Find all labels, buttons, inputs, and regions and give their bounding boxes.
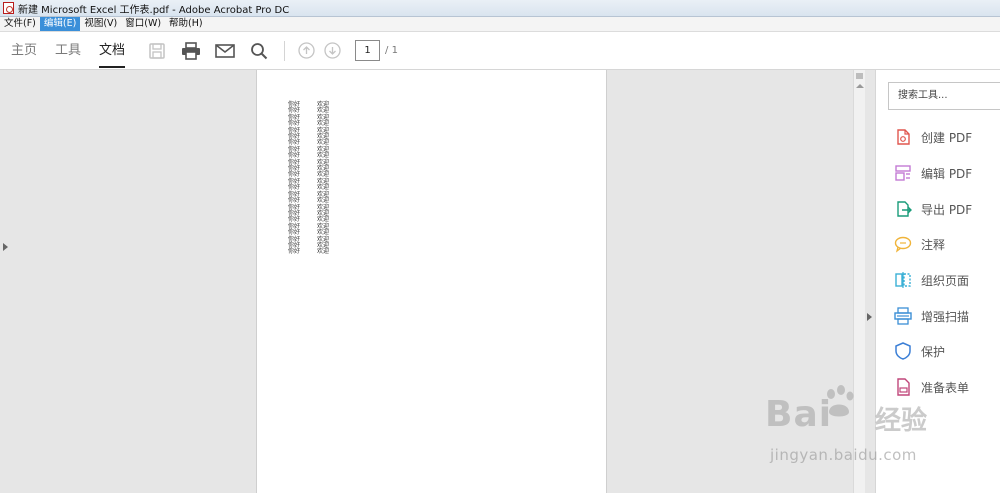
tab-tools[interactable]: 工具 [46,32,90,70]
mail-icon [215,43,235,58]
tool-label: 保护 [921,344,946,359]
edit-pdf-icon [895,165,911,181]
toolbar-divider [284,40,286,61]
watermark-url: jingyan.baidu.com [770,446,917,464]
print-button[interactable] [174,32,208,70]
pdf-page: 你好 欢迎 你好 欢迎 你好 欢迎 你好 欢迎 你好 欢迎 你好 欢迎 你好 欢迎 你好 欢迎 你好 欢迎 你好 欢迎… [256,70,607,493]
main-toolbar: 主页 工具 文档 1 / 1 [0,32,1000,70]
title-bar: 新建 Microsoft Excel 工作表.pdf - Adobe Acrob… [0,0,1000,17]
cell-welcome: 欢迎 [317,248,330,256]
tool-label: 创建 PDF [921,130,973,145]
next-page-icon [323,42,341,59]
expand-left-pane-icon[interactable] [3,243,8,251]
menu-help[interactable]: 帮助(H) [165,17,207,31]
menu-bar: 文件(F) 编辑(E) 视图(V) 窗口(W) 帮助(H) [0,17,1000,32]
find-button[interactable] [242,32,276,70]
tab-document[interactable]: 文档 [90,32,134,70]
page-number-input[interactable]: 1 [355,40,381,61]
table-row: 你好 欢迎 [288,248,330,256]
tool-enhance-scan[interactable]: 增强扫描 [894,305,969,327]
menu-window[interactable]: 窗口(W) [121,17,165,31]
cell-greeting: 你好 [288,248,301,256]
save-icon [149,42,165,59]
tool-label: 导出 PDF [921,202,973,217]
table-content: 你好 欢迎 你好 欢迎 你好 欢迎 你好 欢迎 你好 欢迎 你好 欢迎 你好 欢迎 你好 欢迎 你好 欢迎 你好 欢迎… [288,101,330,256]
protect-icon [895,342,911,360]
save-button[interactable] [140,32,174,70]
watermark-brand-suffix: 经验 [875,406,928,436]
tool-label: 组织页面 [921,273,970,288]
menu-view[interactable]: 视图(V) [80,17,121,31]
collapse-right-pane-icon[interactable] [867,313,872,321]
export-pdf-icon [897,201,912,217]
create-pdf-icon [897,129,910,145]
search-icon [251,42,268,59]
tool-comment[interactable]: 注释 [894,233,945,255]
email-button[interactable] [208,32,242,70]
tool-protect[interactable]: 保护 [894,340,945,362]
comment-icon [894,236,912,253]
scroll-up-icon[interactable] [856,84,864,88]
enhance-scan-icon [894,307,912,325]
tool-create-pdf[interactable]: 创建 PDF [894,126,972,148]
organize-pages-icon [895,272,911,288]
tool-label: 注释 [921,237,946,252]
page-total: / 1 [385,45,398,56]
next-page-button[interactable] [319,32,345,70]
tool-organize-pages[interactable]: 组织页面 [894,269,969,291]
paw-logo-icon [827,385,854,417]
search-tools-input[interactable]: 搜索工具... [888,82,1000,110]
menu-file[interactable]: 文件(F) [0,17,40,31]
tool-edit-pdf[interactable]: 编辑 PDF [894,162,972,184]
acrobat-app-icon [3,2,14,14]
tool-label: 增强扫描 [921,309,970,324]
tool-export-pdf[interactable]: 导出 PDF [894,198,972,220]
scroll-thumb[interactable] [856,73,863,79]
prev-page-icon [297,42,315,59]
print-icon [182,41,201,60]
tab-home[interactable]: 主页 [2,32,46,70]
window-title: 新建 Microsoft Excel 工作表.pdf - Adobe Acrob… [18,4,290,16]
baidu-jingyan-watermark: Bai 经验 jingyan.baidu.com [765,384,945,474]
left-nav-pane [0,70,256,493]
menu-edit[interactable]: 编辑(E) [39,17,81,31]
prev-page-button[interactable] [293,32,319,70]
tool-label: 编辑 PDF [921,166,973,181]
